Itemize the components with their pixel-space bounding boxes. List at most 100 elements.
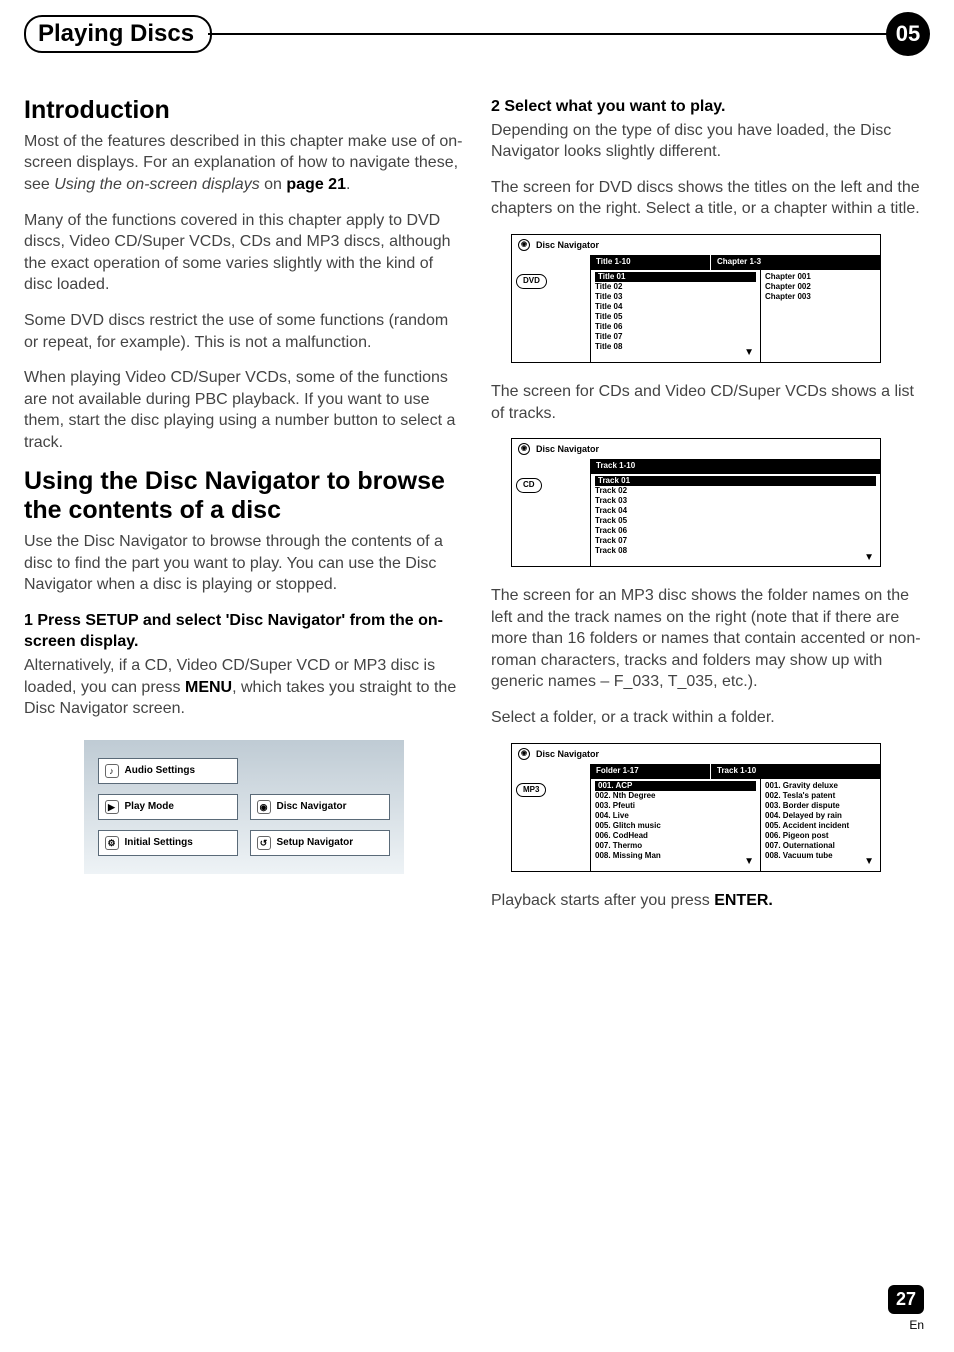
track-item[interactable]: 008. Vacuum tube bbox=[765, 851, 876, 861]
track-item[interactable]: 003. Border dispute bbox=[765, 801, 876, 811]
empty-cell bbox=[250, 758, 390, 784]
disc-type-tag: CD bbox=[516, 478, 542, 493]
menu-label: Initial Settings bbox=[125, 836, 193, 850]
mp3-intro: The screen for an MP3 disc shows the fol… bbox=[491, 585, 930, 693]
track-item[interactable]: 001. Gravity deluxe bbox=[765, 781, 876, 791]
title-item[interactable]: Title 08 bbox=[595, 342, 756, 352]
menu-audio-settings[interactable]: ♪ Audio Settings bbox=[98, 758, 238, 784]
track-item[interactable]: 002. Tesla's patent bbox=[765, 791, 876, 801]
step-1-body: Alternatively, if a CD, Video CD/Super V… bbox=[24, 655, 463, 720]
folder-item-selected[interactable]: 001. ACP bbox=[595, 781, 756, 791]
text: . bbox=[346, 176, 350, 193]
italic-text: Using the on-screen displays bbox=[54, 176, 259, 193]
title-item[interactable]: Title 02 bbox=[595, 282, 756, 292]
title-list[interactable]: Title 01 Title 02 Title 03 Title 04 Titl… bbox=[590, 270, 760, 362]
menu-setup-navigator[interactable]: ↺ Setup Navigator bbox=[250, 830, 390, 856]
dvd-intro: The screen for DVD discs shows the title… bbox=[491, 177, 930, 220]
track-item[interactable]: Track 04 bbox=[595, 506, 876, 516]
disc-icon: ◉ bbox=[518, 443, 530, 455]
introduction-heading: Introduction bbox=[24, 96, 463, 125]
page-ref: page 21 bbox=[286, 176, 346, 193]
language-indicator: En bbox=[888, 1318, 924, 1332]
cd-intro: The screen for CDs and Video CD/Super VC… bbox=[491, 381, 930, 424]
disc-type-tag: MP3 bbox=[516, 783, 546, 798]
menu-label: Play Mode bbox=[125, 800, 174, 814]
chapter-number-badge: 05 bbox=[886, 12, 930, 56]
navigator-label: Disc Navigator bbox=[536, 443, 599, 455]
disc-navigator-paragraph: Use the Disc Navigator to browse through… bbox=[24, 531, 463, 596]
track-item-selected[interactable]: Track 01 bbox=[595, 476, 876, 486]
track-item[interactable]: Track 02 bbox=[595, 486, 876, 496]
track-item[interactable]: Track 03 bbox=[595, 496, 876, 506]
mp3-track-list[interactable]: 001. Gravity deluxe 002. Tesla's patent … bbox=[760, 779, 880, 871]
track-item[interactable]: 005. Accident incident bbox=[765, 821, 876, 831]
speaker-icon: ♪ bbox=[105, 764, 119, 778]
chapter-item[interactable]: Chapter 003 bbox=[765, 292, 876, 302]
titles-header: Title 1-10 bbox=[590, 255, 710, 270]
setup-menu-figure: ♪ Audio Settings ▶ Play Mode ◉ Disc Navi… bbox=[84, 740, 404, 874]
track-list[interactable]: Track 01 Track 02 Track 03 Track 04 Trac… bbox=[590, 474, 880, 566]
track-item[interactable]: Track 05 bbox=[595, 516, 876, 526]
folders-header: Folder 1-17 bbox=[590, 764, 710, 779]
dvd-navigator-figure: ◉ Disc Navigator Title 1-10 Chapter 1-3 … bbox=[511, 234, 881, 363]
gear-icon: ⚙ bbox=[105, 836, 119, 850]
disc-navigator-heading: Using the Disc Navigator to browse the c… bbox=[24, 467, 463, 525]
track-item[interactable]: Track 06 bbox=[595, 526, 876, 536]
folder-item[interactable]: 006. CodHead bbox=[595, 831, 756, 841]
disc-icon: ◉ bbox=[518, 239, 530, 251]
right-column: 2 Select what you want to play. Dependin… bbox=[491, 96, 930, 925]
header-rule bbox=[208, 33, 890, 35]
intro-paragraph-4: When playing Video CD/Super VCDs, some o… bbox=[24, 367, 463, 453]
folder-item[interactable]: 003. Pfeuti bbox=[595, 801, 756, 811]
title-item[interactable]: Title 03 bbox=[595, 292, 756, 302]
track-item[interactable]: 006. Pigeon post bbox=[765, 831, 876, 841]
scroll-down-icon[interactable]: ▼ bbox=[864, 552, 874, 565]
mp3-select: Select a folder, or a track within a fol… bbox=[491, 707, 930, 729]
page-number-badge: 27 bbox=[888, 1285, 924, 1314]
disc-navigator-icon: ◉ bbox=[257, 800, 271, 814]
intro-paragraph-1: Most of the features described in this c… bbox=[24, 131, 463, 196]
setup-navigator-icon: ↺ bbox=[257, 836, 271, 850]
disc-type-tag: DVD bbox=[516, 274, 547, 289]
menu-play-mode[interactable]: ▶ Play Mode bbox=[98, 794, 238, 820]
chapter-item[interactable]: Chapter 001 bbox=[765, 272, 876, 282]
menu-initial-settings[interactable]: ⚙ Initial Settings bbox=[98, 830, 238, 856]
tracks-header: Track 1-10 bbox=[711, 764, 880, 779]
folder-item[interactable]: 005. Glitch music bbox=[595, 821, 756, 831]
title-item[interactable]: Title 07 bbox=[595, 332, 756, 342]
scroll-down-icon[interactable]: ▼ bbox=[744, 856, 754, 869]
menu-disc-navigator[interactable]: ◉ Disc Navigator bbox=[250, 794, 390, 820]
track-item[interactable]: Track 08 bbox=[595, 546, 876, 556]
tracks-header: Track 1-10 bbox=[590, 459, 880, 474]
navigator-label: Disc Navigator bbox=[536, 239, 599, 251]
folder-list[interactable]: 001. ACP 002. Nth Degree 003. Pfeuti 004… bbox=[590, 779, 760, 871]
intro-paragraph-2: Many of the functions covered in this ch… bbox=[24, 210, 463, 296]
navigator-label: Disc Navigator bbox=[536, 748, 599, 760]
step-2-title: 2 Select what you want to play. bbox=[491, 96, 930, 118]
play-mode-icon: ▶ bbox=[105, 800, 119, 814]
title-item[interactable]: Title 06 bbox=[595, 322, 756, 332]
chapters-header: Chapter 1-3 bbox=[711, 255, 880, 270]
cd-navigator-figure: ◉ Disc Navigator Track 1-10 CD Track 01 … bbox=[511, 438, 881, 567]
scroll-down-icon[interactable]: ▼ bbox=[744, 347, 754, 360]
menu-key: MENU bbox=[185, 679, 232, 696]
chapter-list[interactable]: Chapter 001 Chapter 002 Chapter 003 bbox=[760, 270, 880, 362]
title-item[interactable]: Title 04 bbox=[595, 302, 756, 312]
folder-item[interactable]: 004. Live bbox=[595, 811, 756, 821]
title-item-selected[interactable]: Title 01 bbox=[595, 272, 756, 282]
folder-item[interactable]: 008. Missing Man bbox=[595, 851, 756, 861]
folder-item[interactable]: 007. Thermo bbox=[595, 841, 756, 851]
page-header: Playing Discs 05 bbox=[0, 0, 954, 56]
intro-paragraph-3: Some DVD discs restrict the use of some … bbox=[24, 310, 463, 353]
track-item[interactable]: 004. Delayed by rain bbox=[765, 811, 876, 821]
track-item[interactable]: 007. Outernational bbox=[765, 841, 876, 851]
mp3-navigator-figure: ◉ Disc Navigator Folder 1-17 Track 1-10 … bbox=[511, 743, 881, 872]
left-column: Introduction Most of the features descri… bbox=[24, 96, 463, 925]
track-item[interactable]: Track 07 bbox=[595, 536, 876, 546]
title-item[interactable]: Title 05 bbox=[595, 312, 756, 322]
folder-item[interactable]: 002. Nth Degree bbox=[595, 791, 756, 801]
playback-note: Playback starts after you press ENTER. bbox=[491, 890, 930, 912]
chapter-item[interactable]: Chapter 002 bbox=[765, 282, 876, 292]
scroll-down-icon[interactable]: ▼ bbox=[864, 856, 874, 869]
text: on bbox=[260, 176, 287, 193]
